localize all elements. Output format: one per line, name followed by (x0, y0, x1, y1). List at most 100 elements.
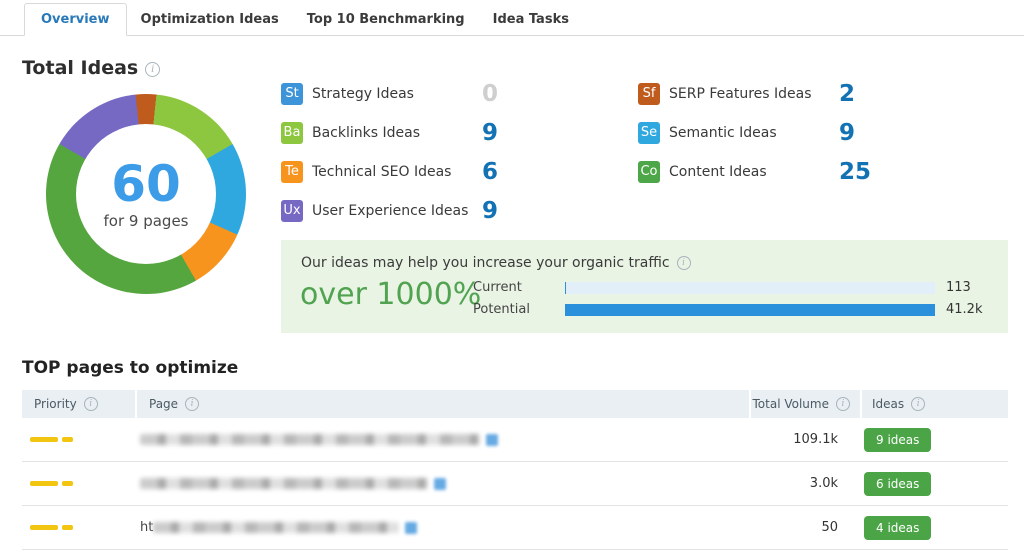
priority-header-label: Priority (34, 397, 77, 411)
technical-seo-badge-icon: Te (281, 160, 303, 183)
legend-count: 9 (839, 119, 856, 146)
legend-column-right: Sf SERP Features Ideas 2 Se Semantic Ide… (638, 74, 871, 191)
priority-cell (22, 437, 135, 442)
column-header-page: Page i (135, 390, 749, 418)
backlinks-badge-icon: Ba (281, 121, 303, 144)
info-icon[interactable]: i (836, 397, 850, 411)
priority-bar (30, 481, 73, 486)
table-row: 109.1k 9 ideas (22, 418, 1008, 462)
legend-item-serp-features: Sf SERP Features Ideas 2 (638, 74, 871, 113)
page-header-label: Page (149, 397, 179, 411)
priority-cell (22, 481, 135, 486)
tab-optimization-ideas[interactable]: Optimization Ideas (127, 4, 293, 35)
current-traffic-bar-row: Current 113 (473, 280, 1006, 295)
tab-overview[interactable]: Overview (24, 3, 127, 36)
banner-title: Our ideas may help you increase your org… (301, 255, 691, 271)
legend-count: 2 (839, 80, 856, 107)
legend-item-technical-seo: Te Technical SEO Ideas 6 (281, 152, 498, 191)
priority-bar (30, 525, 73, 530)
masked-url-link[interactable] (140, 434, 480, 445)
legend-label: SERP Features Ideas (669, 85, 812, 102)
top-pages-heading: TOP pages to optimize (22, 358, 239, 378)
column-header-ideas: Ideas i (860, 390, 1008, 418)
masked-url-link[interactable] (153, 522, 400, 533)
legend-item-content: Co Content Ideas 25 (638, 152, 871, 191)
top-pages-table: Priority i Page i Total Volume i Ideas i 109… (22, 390, 1008, 550)
tab-bar: Overview Optimization Ideas Top 10 Bench… (0, 0, 1024, 36)
legend-item-strategy: St Strategy Ideas 0 (281, 74, 498, 113)
ideas-cell: 9 ideas (860, 427, 1008, 452)
legend-count: 9 (482, 119, 499, 146)
potential-bar-track (565, 303, 935, 316)
banner-heading-text: Our ideas may help you increase your org… (301, 255, 670, 271)
table-row: ht 50 4 ideas (22, 506, 1008, 550)
legend-label: Semantic Ideas (669, 124, 777, 141)
legend-item-user-experience: Ux User Experience Ideas 9 (281, 191, 498, 230)
legend-count: 9 (482, 197, 499, 224)
bar-label-potential: Potential (473, 302, 530, 317)
total-volume-cell: 50 (821, 520, 838, 535)
volume-header-label: Total Volume (752, 397, 829, 411)
potential-bar-value: 41.2k (946, 302, 983, 317)
page-cell (135, 433, 749, 446)
ideas-button[interactable]: 9 ideas (864, 427, 932, 452)
legend-column-left: St Strategy Ideas 0 Ba Backlinks Ideas 9… (281, 74, 498, 230)
donut-hole: 60 for 9 pages (76, 124, 216, 264)
current-bar-value: 113 (946, 280, 971, 295)
current-bar-fill (565, 281, 567, 294)
legend-count: 0 (482, 80, 499, 107)
traffic-increase-value: over 1000% (300, 277, 482, 312)
semantic-badge-icon: Se (638, 121, 660, 144)
table-header: Priority i Page i Total Volume i Ideas i (22, 390, 1008, 418)
total-ideas-title: Total Ideas (22, 57, 139, 79)
priority-cell (22, 525, 135, 530)
potential-bar-fill (565, 303, 935, 316)
content-badge-icon: Co (638, 160, 660, 183)
info-icon[interactable]: i (676, 256, 691, 270)
total-ideas-donut-chart: 60 for 9 pages (46, 94, 246, 294)
total-volume-cell: 109.1k (793, 432, 838, 447)
info-icon[interactable]: i (83, 397, 98, 411)
donut-center-value: 60 (111, 154, 181, 213)
legend-count: 6 (482, 158, 499, 185)
strategy-badge-icon: St (281, 82, 303, 105)
column-header-total-volume: Total Volume i (749, 390, 860, 418)
info-icon[interactable]: i (911, 397, 926, 411)
legend-item-semantic: Se Semantic Ideas 9 (638, 113, 871, 152)
legend-label: Strategy Ideas (312, 85, 414, 102)
page-cell (135, 477, 749, 490)
url-prefix: ht (140, 520, 154, 535)
legend-item-backlinks: Ba Backlinks Ideas 9 (281, 113, 498, 152)
legend-label: Backlinks Ideas (312, 124, 420, 141)
ideas-button[interactable]: 6 ideas (864, 471, 932, 496)
column-header-priority: Priority i (22, 390, 135, 418)
total-volume-cell: 3.0k (809, 476, 838, 491)
potential-traffic-bar-row: Potential 41.2k (473, 302, 1006, 317)
info-icon[interactable]: i (145, 62, 161, 77)
legend-label: Content Ideas (669, 163, 767, 180)
ideas-button[interactable]: 4 ideas (864, 515, 932, 540)
priority-bar (30, 437, 73, 442)
legend-count: 25 (839, 158, 872, 185)
external-link-icon[interactable] (405, 521, 418, 534)
bar-label-current: Current (473, 280, 522, 295)
donut-center-label: for 9 pages (103, 211, 189, 230)
total-ideas-heading: Total Ideas i (22, 57, 161, 79)
masked-url-link[interactable] (140, 478, 428, 489)
table-row: 3.0k 6 ideas (22, 462, 1008, 506)
tab-idea-tasks[interactable]: Idea Tasks (479, 4, 583, 35)
serp-features-badge-icon: Sf (638, 82, 660, 105)
legend-label: User Experience Ideas (312, 202, 469, 219)
ideas-cell: 6 ideas (860, 471, 1008, 496)
user-experience-badge-icon: Ux (281, 199, 303, 222)
current-bar-track (565, 281, 935, 294)
ideas-cell: 4 ideas (860, 515, 1008, 540)
page-cell: ht (135, 520, 749, 535)
ideas-header-label: Ideas (872, 397, 905, 411)
legend-label: Technical SEO Ideas (312, 163, 452, 180)
info-icon[interactable]: i (185, 397, 200, 411)
tab-top-10-benchmarking[interactable]: Top 10 Benchmarking (293, 4, 479, 35)
external-link-icon[interactable] (486, 433, 498, 446)
external-link-icon[interactable] (434, 477, 446, 490)
organic-traffic-banner: Our ideas may help you increase your org… (281, 240, 1008, 333)
